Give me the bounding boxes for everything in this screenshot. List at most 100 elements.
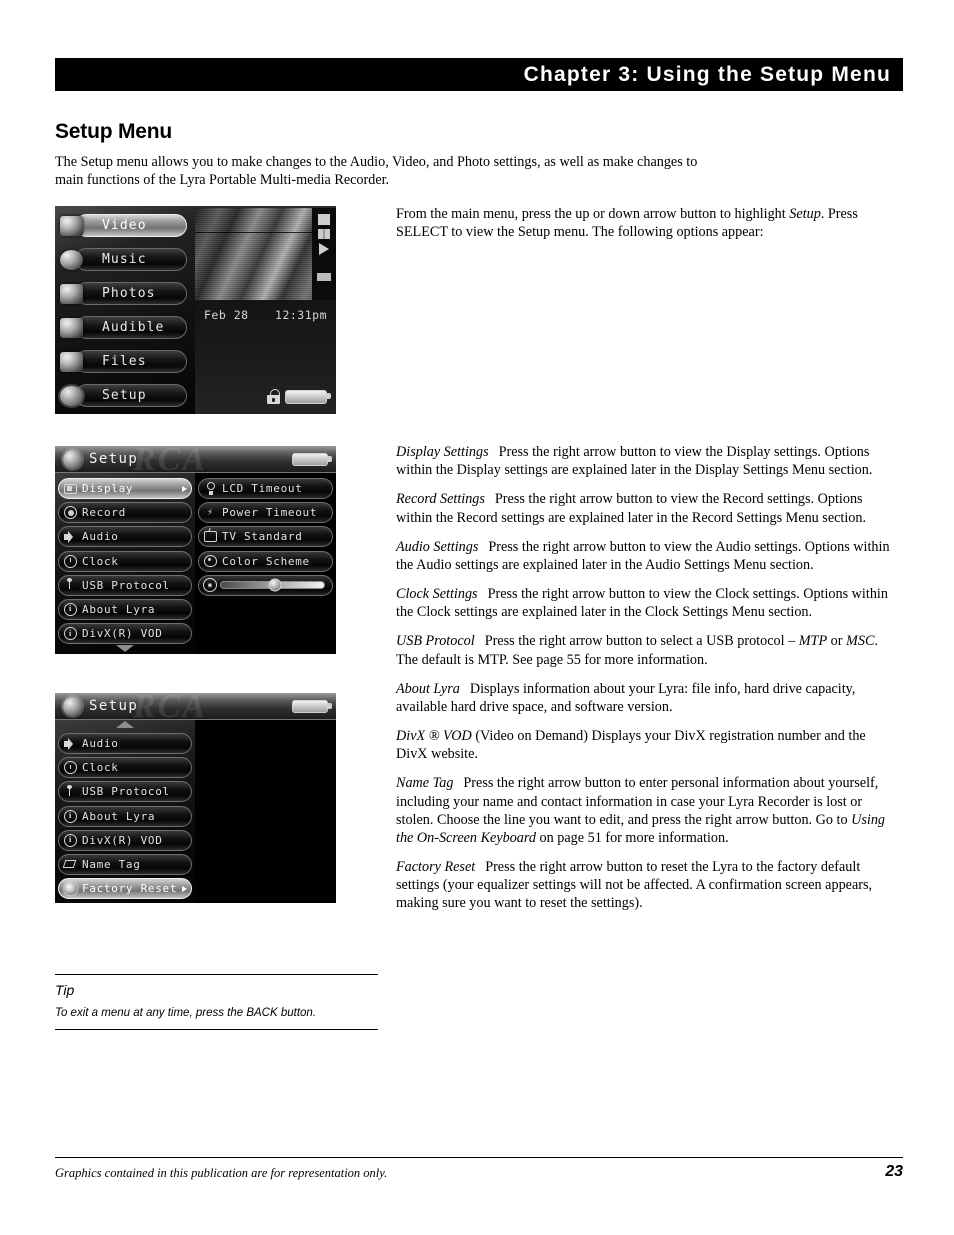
setup-item-label: Factory Reset — [82, 882, 178, 896]
body-entry-factory-reset: Factory Reset Press the right arrow butto… — [396, 858, 896, 913]
date-text: Feb 28 — [204, 308, 249, 322]
setup-item-name-tag[interactable]: Name Tag — [58, 853, 192, 875]
entry-italic-mtp: MTP — [798, 633, 828, 650]
setup-item-label: DivX(R) VOD — [82, 627, 163, 641]
main-menu-item-music[interactable]: Music — [55, 245, 191, 274]
page-number: 23 — [885, 1163, 903, 1180]
main-menu-item-files[interactable]: Files — [55, 347, 191, 376]
speaker-icon — [63, 736, 78, 751]
setup-item-label: Clock — [82, 761, 119, 775]
setup-item-label: Color Scheme — [222, 554, 310, 568]
chapter-header-bar: Chapter 3: Using the Setup Menu — [55, 58, 903, 91]
main-menu-item-label: Photos — [102, 286, 156, 301]
setup-item-audio[interactable]: Audio — [58, 733, 192, 754]
main-menu-item-setup[interactable]: Setup — [55, 381, 191, 410]
setup-item-label: Power Timeout — [222, 506, 318, 520]
body-intro-paragraph: From the main menu, press the up or down… — [396, 205, 896, 241]
setup-item-usb-protocol[interactable]: USB Protocol — [58, 781, 192, 803]
usb-icon — [63, 784, 78, 799]
intro-paragraph: The Setup menu allows you to make change… — [55, 154, 698, 188]
palette-icon — [203, 554, 218, 569]
body-intro-block: From the main menu, press the up or down… — [396, 205, 896, 252]
setup-item-display[interactable]: Display — [58, 478, 192, 499]
headphones-icon — [57, 246, 85, 273]
speaker-icon — [63, 529, 78, 544]
setup-item-divx-vod[interactable]: i DivX(R) VOD — [58, 623, 192, 645]
setup-item-label: TV Standard — [222, 530, 303, 544]
body-entry-audio-settings: Audio Settings Press the right arrow butt… — [396, 538, 896, 574]
usb-icon — [63, 578, 78, 593]
display-icon — [63, 481, 78, 496]
setup-item-label: USB Protocol — [82, 578, 170, 592]
entry-term: Name Tag — [396, 775, 454, 792]
body-entry-record-settings: Record Settings Press the right arrow but… — [396, 490, 896, 526]
setup-header-title: Setup — [89, 451, 139, 467]
tip-label: Tip — [55, 982, 75, 998]
setup-left-column: Display Record Audio Clock USB Protocol … — [55, 473, 195, 654]
battery-icon — [292, 699, 332, 713]
entry-term: About Lyra — [396, 680, 460, 697]
entry-term: Factory Reset — [396, 859, 476, 876]
tv-icon — [203, 529, 218, 544]
setup-body: Audio Clock USB Protocol i About Lyra i … — [55, 720, 336, 903]
gear-icon — [63, 696, 82, 716]
page-title: Setup Menu — [55, 120, 172, 143]
entry-text-b: or — [827, 633, 847, 650]
entry-term: DivX ® VOD — [396, 728, 472, 745]
entry-term: Display Settings — [396, 444, 489, 460]
intro-pre: From the main menu, press the up or down… — [396, 206, 790, 222]
setup-item-label: Audio — [82, 530, 119, 544]
body-options-block: Display Settings Press the right arrow bu… — [396, 443, 896, 924]
body-entry-usb-protocol: USB Protocol Press the right arrow button… — [396, 632, 896, 668]
clock-icon — [63, 554, 78, 569]
setup-header: RCA Setup — [55, 693, 336, 720]
setup-item-about-lyra[interactable]: i About Lyra — [58, 805, 192, 827]
device-screenshot-main-menu: Video Music Photos Audible Files Setup F… — [55, 206, 336, 414]
setup-item-divx-vod[interactable]: i DivX(R) VOD — [58, 829, 192, 851]
footer-rule — [55, 1157, 903, 1158]
setup-item-clock[interactable]: Clock — [58, 757, 192, 779]
play-icon — [319, 243, 329, 255]
setup-item-lcd-timeout[interactable]: LCD Timeout — [198, 478, 333, 499]
tip-text: To exit a menu at any time, press the BA… — [55, 1007, 317, 1019]
setup-item-about-lyra[interactable]: i About Lyra — [58, 598, 192, 620]
entry-term: Record Settings — [396, 491, 485, 508]
setup-body: Display Record Audio Clock USB Protocol … — [55, 473, 336, 654]
letter-m-icon — [318, 214, 330, 225]
chevron-right-icon — [182, 885, 187, 892]
main-menu-item-photos[interactable]: Photos — [55, 279, 191, 308]
setup-item-color-scheme[interactable]: Color Scheme — [198, 550, 333, 572]
setup-item-record[interactable]: Record — [58, 502, 192, 524]
slider-track[interactable] — [220, 578, 325, 592]
main-menu-item-video[interactable]: Video — [55, 211, 191, 240]
setup-item-factory-reset[interactable]: Factory Reset — [58, 878, 192, 900]
watermark: RCA — [133, 446, 208, 473]
setup-item-power-timeout[interactable]: ⚡ Power Timeout — [198, 502, 333, 524]
chevron-down-icon[interactable] — [116, 645, 134, 652]
body-entry-clock-settings: Clock Settings Press the right arrow butt… — [396, 585, 896, 621]
setup-item-label: Clock — [82, 554, 119, 568]
entry-italic-msc: MSC — [846, 633, 875, 650]
camcorder-icon — [57, 212, 85, 239]
setup-item-audio[interactable]: Audio — [58, 526, 192, 548]
tip-top-rule — [55, 974, 378, 975]
setup-item-tv-standard[interactable]: TV Standard — [198, 526, 333, 548]
main-menu-item-label: Video — [102, 218, 147, 233]
volume-slider[interactable]: ◉ — [198, 574, 333, 596]
gear-icon — [63, 449, 82, 469]
main-menu-item-audible[interactable]: Audible — [55, 313, 191, 342]
slider-thumb[interactable] — [268, 578, 282, 592]
setup-right-column: LCD Timeout ⚡ Power Timeout TV Standard … — [195, 473, 336, 654]
main-menu-item-label: Audible — [102, 320, 165, 335]
chevron-up-icon[interactable] — [116, 721, 134, 728]
main-menu-item-label: Setup — [102, 388, 147, 403]
body-entry-about-lyra: About Lyra Displays information about you… — [396, 680, 896, 716]
body-entry-divx-vod: DivX ® VOD (Video on Demand) Displays yo… — [396, 727, 896, 763]
setup-header-title: Setup — [89, 698, 139, 714]
footer-note: Graphics contained in this publication a… — [55, 1166, 388, 1180]
gear-icon — [57, 382, 85, 409]
chapter-title: Chapter 3: Using the Setup Menu — [523, 62, 891, 86]
setup-item-usb-protocol[interactable]: USB Protocol — [58, 574, 192, 596]
setup-right-column — [195, 720, 336, 903]
setup-item-clock[interactable]: Clock — [58, 550, 192, 572]
